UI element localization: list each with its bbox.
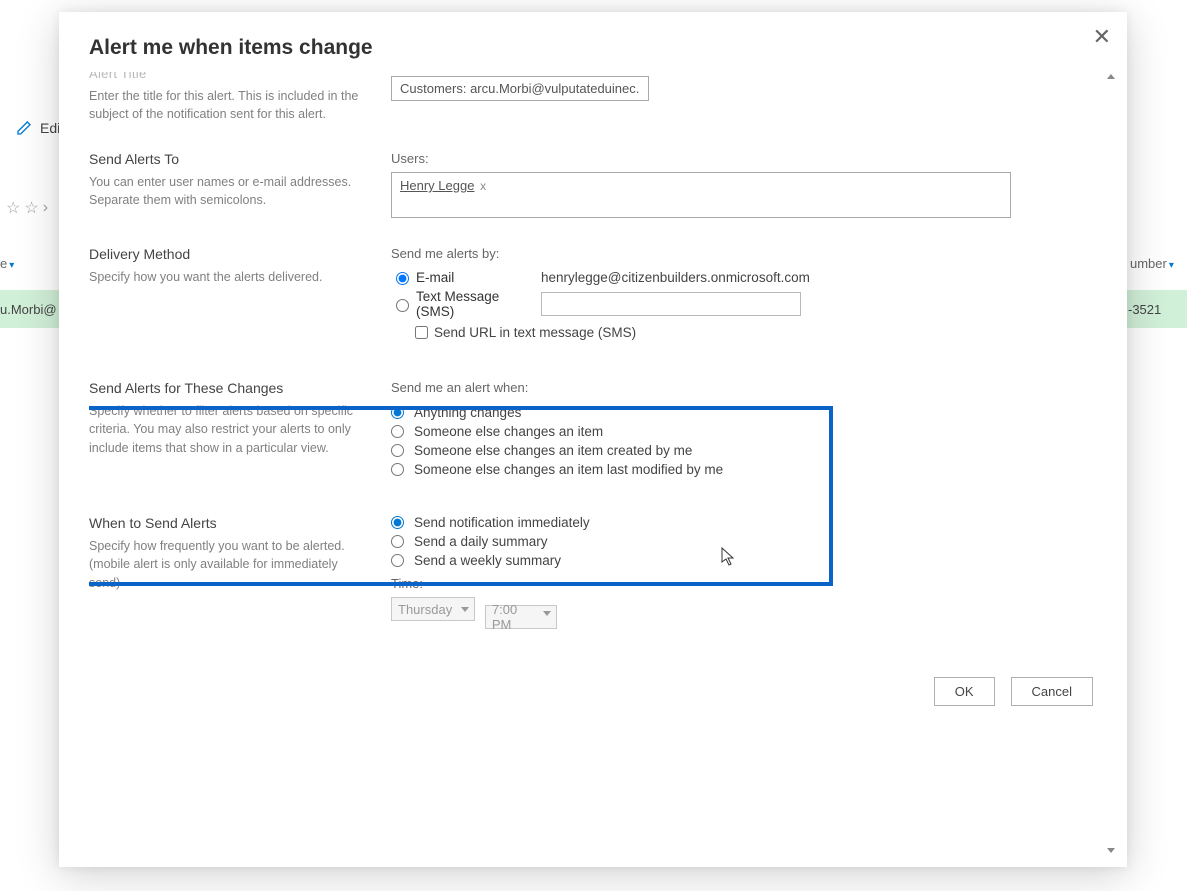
when-immediate: Send notification immediately: [414, 515, 590, 530]
sms-number-input[interactable]: [541, 292, 801, 316]
people-chip[interactable]: Henry Legge: [400, 178, 474, 193]
scroll-down-icon[interactable]: [1107, 848, 1115, 853]
when-immediate-radio[interactable]: [391, 516, 404, 529]
alert-title-desc: Enter the title for this alert. This is …: [89, 87, 367, 123]
time-value: 7:00 PM: [492, 602, 538, 632]
background-edit-action[interactable]: Edi: [16, 120, 60, 136]
background-edit-label: Edi: [40, 120, 60, 136]
change-opt-else: Someone else changes an item: [414, 424, 603, 439]
section-delivery: Delivery Method Specify how you want the…: [89, 246, 1099, 340]
chevron-right-icon: ›: [43, 199, 48, 217]
star-outline-icon: ☆: [24, 198, 38, 218]
scrollbar[interactable]: [1108, 74, 1115, 853]
when-heading: When to Send Alerts: [89, 515, 367, 531]
section-send-to: Send Alerts To You can enter user names …: [89, 151, 1099, 218]
remove-chip-icon[interactable]: x: [480, 179, 486, 193]
bg-column-header-right-text: umber: [1130, 256, 1167, 271]
when-weekly: Send a weekly summary: [414, 553, 561, 568]
change-opt-modified: Someone else changes an item last modifi…: [414, 462, 723, 477]
delivery-desc: Specify how you want the alerts delivere…: [89, 268, 367, 286]
change-opt-anything-radio[interactable]: [391, 406, 404, 419]
bg-row-cell-right: -3521: [1128, 302, 1161, 317]
delivery-sms-label: Text Message (SMS): [416, 289, 541, 319]
day-select[interactable]: Thursday: [391, 597, 475, 621]
background-breadcrumb: ☆ ☆ ›: [0, 198, 48, 218]
star-outline-icon: ☆: [6, 198, 20, 218]
dialog-title: Alert me when items change: [89, 36, 1099, 60]
ok-button[interactable]: OK: [934, 677, 995, 706]
dialog-button-row: OK Cancel: [89, 677, 1099, 706]
delivery-label: Send me alerts by:: [391, 246, 1099, 261]
time-select[interactable]: 7:00 PM: [485, 605, 557, 629]
when-weekly-radio[interactable]: [391, 554, 404, 567]
cancel-button[interactable]: Cancel: [1011, 677, 1093, 706]
change-opt-modified-radio[interactable]: [391, 463, 404, 476]
section-changes: Send Alerts for These Changes Specify wh…: [89, 380, 1099, 481]
when-daily-radio[interactable]: [391, 535, 404, 548]
send-to-heading: Send Alerts To: [89, 151, 367, 167]
when-desc: Specify how frequently you want to be al…: [89, 537, 367, 591]
changes-label: Send me an alert when:: [391, 380, 1099, 395]
change-opt-else-radio[interactable]: [391, 425, 404, 438]
bg-column-header-left-text: e: [0, 256, 7, 271]
bg-column-header-left: e▾: [0, 256, 14, 271]
dialog-scroll-area: Alert Title Enter the title for this ale…: [89, 72, 1117, 855]
delivery-email-radio[interactable]: [396, 272, 409, 285]
send-to-desc: You can enter user names or e-mail addre…: [89, 173, 367, 209]
time-label: Time:: [391, 576, 1099, 591]
change-opt-anything: Anything changes: [414, 405, 521, 420]
chevron-down-icon: ▾: [9, 260, 14, 271]
when-daily: Send a daily summary: [414, 534, 548, 549]
delivery-heading: Delivery Method: [89, 246, 367, 262]
change-opt-created-radio[interactable]: [391, 444, 404, 457]
close-icon[interactable]: ✕: [1093, 26, 1111, 48]
alert-title-value: Customers: arcu.Morbi@vulputateduinec.: [400, 81, 639, 96]
bg-column-header-right: umber▾: [1130, 256, 1174, 271]
day-value: Thursday: [398, 602, 452, 617]
alert-title-input[interactable]: Customers: arcu.Morbi@vulputateduinec.: [391, 76, 649, 101]
send-url-checkbox[interactable]: [415, 326, 428, 339]
pencil-icon: [16, 120, 32, 136]
chevron-down-icon: ▾: [1169, 260, 1174, 271]
users-label: Users:: [391, 151, 1099, 166]
scroll-up-icon[interactable]: [1107, 74, 1115, 79]
delivery-email-label: E-mail: [416, 270, 454, 285]
send-url-label: Send URL in text message (SMS): [434, 325, 636, 340]
users-people-picker[interactable]: Henry Legge x: [391, 172, 1011, 218]
section-alert-title: Alert Title Enter the title for this ale…: [89, 72, 1099, 123]
alert-title-heading: Alert Title: [89, 72, 367, 81]
bg-row-cell-left: u.Morbi@: [0, 302, 57, 317]
section-when: When to Send Alerts Specify how frequent…: [89, 515, 1099, 629]
delivery-sms-radio[interactable]: [396, 299, 409, 312]
delivery-email-value: henrylegge@citizenbuilders.onmicrosoft.c…: [541, 270, 810, 285]
changes-desc: Specify whether to filter alerts based o…: [89, 402, 367, 456]
changes-heading: Send Alerts for These Changes: [89, 380, 367, 396]
alert-dialog: ✕ Alert me when items change Alert Title…: [59, 12, 1127, 867]
change-opt-created: Someone else changes an item created by …: [414, 443, 692, 458]
